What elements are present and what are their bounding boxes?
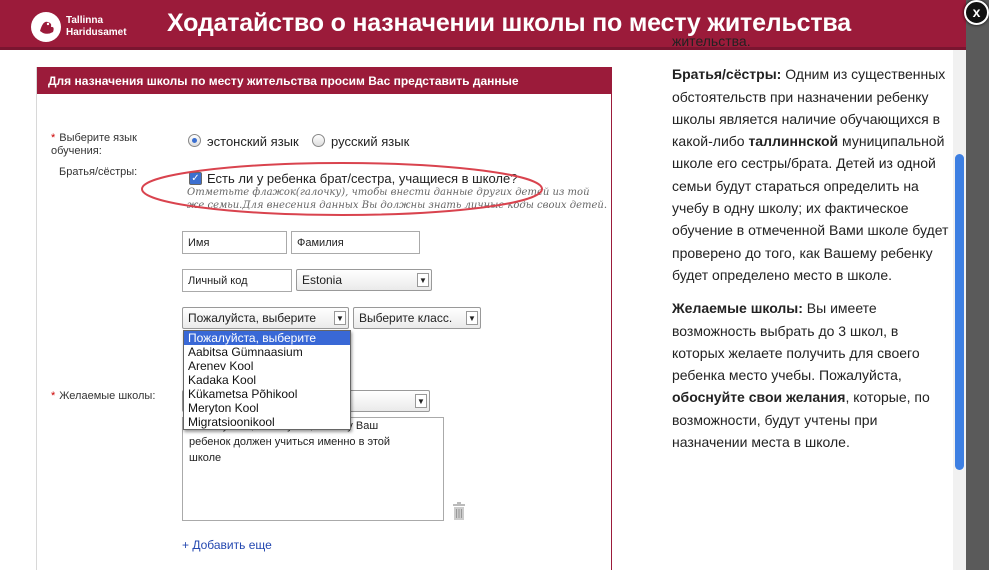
textarea-line: ребенок должен учиться именно в этой bbox=[189, 436, 391, 448]
dropdown-option[interactable]: Пожалуйста, выберите bbox=[184, 331, 350, 345]
radio-russian[interactable] bbox=[312, 134, 325, 147]
sibling-country-select[interactable]: Estonia ▼ bbox=[296, 269, 432, 291]
language-label: * Выберите язык обучения: bbox=[51, 132, 137, 157]
tallinn-logo-icon bbox=[31, 12, 61, 42]
dropdown-option[interactable]: Aabitsa Gümnaasium bbox=[184, 345, 350, 359]
close-button[interactable]: x bbox=[964, 0, 989, 25]
application-modal: Tallinna Haridusamet Ходатайство о назна… bbox=[0, 0, 966, 570]
help-schools-title: Желаемые школы: bbox=[672, 300, 803, 317]
school-select-value: Пожалуйста, выберите bbox=[188, 311, 317, 325]
radio-estonian-label[interactable]: эстонский язык bbox=[207, 134, 299, 149]
dropdown-option[interactable]: Meryton Kool bbox=[184, 401, 350, 415]
add-more-link[interactable]: + Добавить еще bbox=[182, 538, 272, 552]
radio-russian-label[interactable]: русский язык bbox=[331, 134, 409, 149]
sibling-first-name-input[interactable]: Имя bbox=[182, 231, 287, 254]
sibling-last-name-input[interactable]: Фамилия bbox=[291, 231, 420, 254]
school-dropdown-list: Пожалуйста, выберите Aabitsa Gümnaasium … bbox=[183, 330, 351, 430]
trash-icon[interactable] bbox=[452, 502, 466, 520]
textarea-line: школе bbox=[189, 452, 222, 464]
sibling-id-code-input[interactable]: Личный код bbox=[182, 269, 292, 292]
help-top-fragment: жительства. bbox=[672, 33, 751, 49]
logo-line-1: Tallinna bbox=[66, 15, 104, 26]
chevron-down-icon: ▼ bbox=[334, 311, 346, 325]
chevron-down-icon: ▼ bbox=[415, 394, 427, 408]
chevron-down-icon: ▼ bbox=[466, 311, 478, 325]
class-select-value: Выберите класс. bbox=[359, 311, 453, 325]
help-schools-paragraph: Желаемые школы: Вы имеете возможность вы… bbox=[672, 300, 930, 451]
annotation-ellipse bbox=[141, 162, 543, 216]
siblings-label: Братья/сёстры: bbox=[59, 166, 138, 178]
logo-line-2: Haridusamet bbox=[66, 27, 127, 38]
country-value: Estonia bbox=[302, 273, 343, 287]
help-siblings-paragraph: Братья/сёстры: Одним из существенных обс… bbox=[672, 66, 949, 283]
logo-text: Tallinna Haridusamet bbox=[66, 15, 127, 39]
dropdown-option[interactable]: Kükametsa Põhikool bbox=[184, 387, 350, 401]
sibling-school-select[interactable]: Пожалуйста, выберите ▼ bbox=[182, 307, 349, 329]
application-form: Для назначения школы по месту жительства… bbox=[36, 67, 612, 570]
scrollbar-thumb[interactable] bbox=[955, 154, 964, 470]
chevron-down-icon: ▼ bbox=[417, 273, 429, 287]
help-panel: жительства. Братья/сёстры: Одним из суще… bbox=[672, 30, 952, 464]
radio-estonian[interactable] bbox=[188, 134, 201, 147]
dropdown-option[interactable]: Migratsioonikool bbox=[184, 415, 350, 429]
section-header: Для назначения школы по месту жительства… bbox=[37, 67, 612, 94]
desired-schools-label: * Желаемые школы: bbox=[51, 390, 156, 402]
justification-textarea[interactable]: Пожалуйста, обоснуйте, почему Ваш ребено… bbox=[182, 417, 444, 521]
help-siblings-title: Братья/сёстры: bbox=[672, 66, 782, 83]
sibling-class-select[interactable]: Выберите класс. ▼ bbox=[353, 307, 481, 329]
dropdown-option[interactable]: Kadaka Kool bbox=[184, 373, 350, 387]
dropdown-option[interactable]: Arenev Kool bbox=[184, 359, 350, 373]
